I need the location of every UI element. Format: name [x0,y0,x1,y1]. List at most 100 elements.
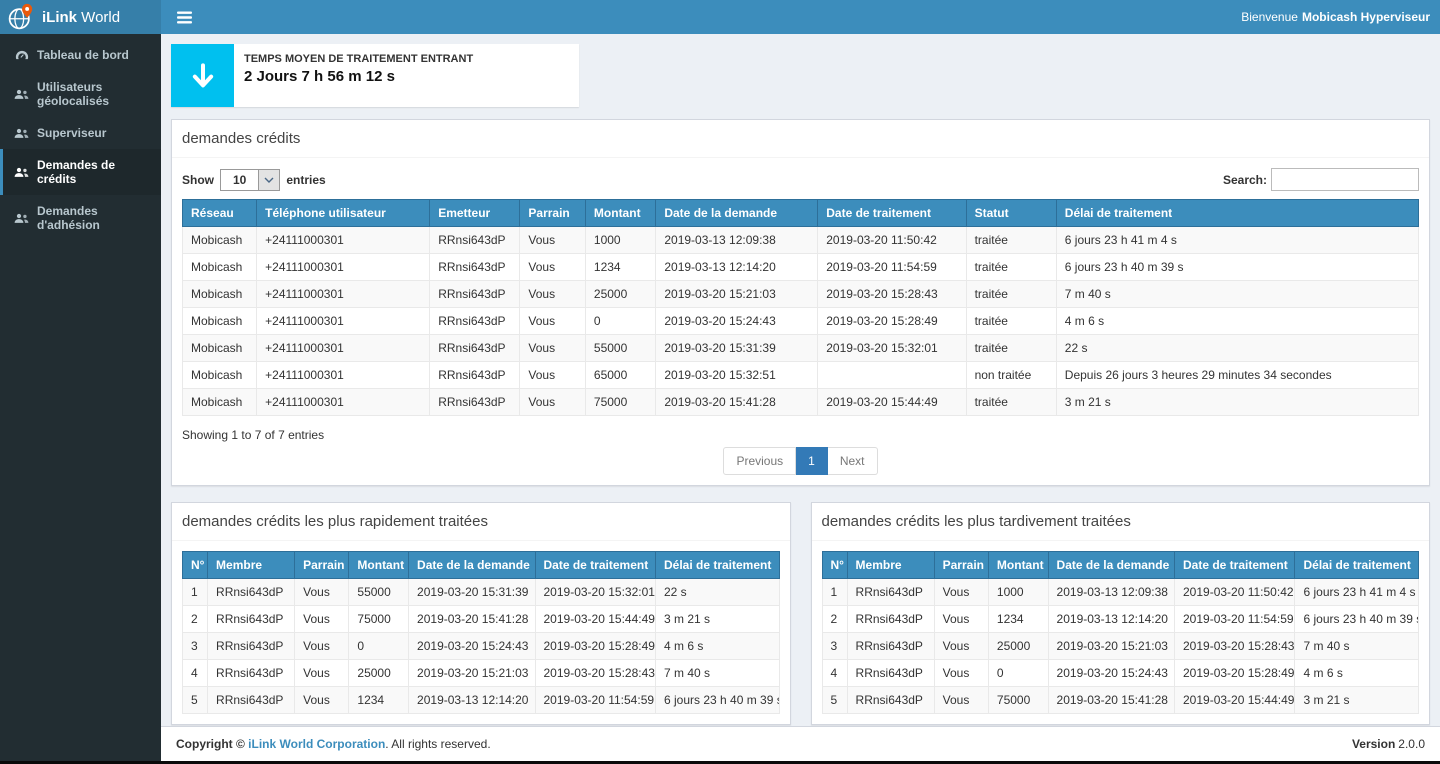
sidebar-item-label: Demandes d'adhésion [37,204,156,232]
table-cell: RRnsi643dP [430,389,520,416]
globe-pin-logo-icon [7,3,35,31]
users-icon [14,128,29,139]
panel-title: demandes crédits [172,120,1429,158]
table-row: Mobicash+24111000301RRnsi643dPVous123420… [183,254,1419,281]
welcome-message[interactable]: BienvenueMobicash Hyperviseur [1241,10,1430,24]
table-cell: 2019-03-13 12:14:20 [409,687,535,714]
table-cell: Vous [295,660,349,687]
table-cell: Mobicash [183,389,257,416]
table-cell: 2019-03-20 15:28:49 [1175,660,1295,687]
footer-company-link[interactable]: iLink World Corporation [248,737,385,751]
column-header[interactable]: Date de la demande [656,200,818,227]
column-header[interactable]: Parrain [934,552,988,579]
column-header[interactable]: Date de la demande [409,552,535,579]
stat-box-temps-moyen: TEMPS MOYEN DE TRAITEMENT ENTRANT 2 Jour… [171,44,579,107]
column-header[interactable]: Date de la demande [1048,552,1174,579]
column-header[interactable]: Emetteur [430,200,520,227]
table-cell: 1000 [585,227,655,254]
table-cell: Vous [934,660,988,687]
page-length-select[interactable]: 10 [220,169,280,191]
table-cell: traitée [966,335,1056,362]
table-cell: 4 m 6 s [1295,660,1419,687]
table-cell: 1000 [988,579,1048,606]
search-input[interactable] [1271,168,1419,191]
table-cell: Vous [520,362,586,389]
table-cell: 2019-03-20 15:41:28 [656,389,818,416]
column-header[interactable]: N° [822,552,847,579]
brand-title: iLink World [42,9,120,26]
column-header[interactable]: Délai de traitement [1295,552,1419,579]
pagination-previous-button[interactable]: Previous [723,447,796,475]
table-cell: 3 m 21 s [1295,687,1419,714]
sidebar-item-demandes-de-credits[interactable]: Demandes de crédits [0,149,161,195]
table-info: Showing 1 to 7 of 7 entries [182,428,1419,442]
column-header[interactable]: Parrain [295,552,349,579]
column-header[interactable]: Statut [966,200,1056,227]
column-header[interactable]: Montant [585,200,655,227]
table-row: Mobicash+24111000301RRnsi643dPVous550002… [183,335,1419,362]
table-cell: Vous [934,579,988,606]
table-row: 2RRnsi643dPVous750002019-03-20 15:41:282… [183,606,780,633]
column-header[interactable]: Membre [208,552,295,579]
sidebar-item-utilisateurs-geolocalises[interactable]: Utilisateurs géolocalisés [0,71,161,117]
table-cell: +24111000301 [257,254,430,281]
column-header[interactable]: Montant [988,552,1048,579]
column-header[interactable]: Délai de traitement [655,552,779,579]
column-header[interactable]: Date de traitement [535,552,655,579]
table-cell: Vous [520,389,586,416]
table-cell: 2019-03-20 15:24:43 [409,633,535,660]
table-cell: 2019-03-20 15:32:01 [535,579,655,606]
table-cell: 2019-03-20 15:28:49 [535,633,655,660]
table-cell: 2019-03-13 12:14:20 [656,254,818,281]
table-row: 5RRnsi643dPVous750002019-03-20 15:41:282… [822,687,1419,714]
sidebar-item-demandes-d-adhesion[interactable]: Demandes d'adhésion [0,195,161,241]
table-row: Mobicash+24111000301RRnsi643dPVous02019-… [183,308,1419,335]
entries-label: entries [286,173,325,187]
table-cell: 4 [822,660,847,687]
pagination-next-button[interactable]: Next [828,447,878,475]
column-header[interactable]: Délai de traitement [1056,200,1418,227]
table-cell: 2019-03-20 15:32:01 [818,335,966,362]
table-cell: +24111000301 [257,227,430,254]
table-cell: traitée [966,227,1056,254]
main-content: TEMPS MOYEN DE TRAITEMENT ENTRANT 2 Jour… [161,34,1440,761]
search-control: Search: [1223,168,1419,191]
column-header[interactable]: Membre [847,552,934,579]
table-cell: 2019-03-20 11:50:42 [818,227,966,254]
users-icon [14,89,29,100]
table-cell: 3 m 21 s [655,606,779,633]
table-cell: Mobicash [183,335,257,362]
sidebar-item-label: Tableau de bord [37,48,129,62]
column-header[interactable]: Montant [349,552,409,579]
table-cell: 6 jours 23 h 40 m 39 s [1056,254,1418,281]
table-cell: 6 jours 23 h 40 m 39 s [1295,606,1419,633]
table-cell: 2019-03-13 12:09:38 [1048,579,1174,606]
sidebar-item-tableau-de-bord[interactable]: Tableau de bord [0,39,161,71]
column-header[interactable]: Téléphone utilisateur [257,200,430,227]
table-header-row: N°MembreParrainMontantDate de la demande… [822,552,1419,579]
table-cell: 5 [822,687,847,714]
table-row: 4RRnsi643dPVous250002019-03-20 15:21:032… [183,660,780,687]
table-cell: RRnsi643dP [208,606,295,633]
copyright: Copyright © iLink World Corporation. All… [176,737,491,751]
table-cell: 7 m 40 s [1295,633,1419,660]
pagination-page-1-button[interactable]: 1 [796,447,828,475]
sidebar-item-superviseur[interactable]: Superviseur [0,117,161,149]
column-header[interactable]: N° [183,552,208,579]
column-header[interactable]: Date de traitement [1175,552,1295,579]
table-cell: 2019-03-20 15:31:39 [656,335,818,362]
table-cell: 0 [585,308,655,335]
app-logo[interactable]: iLink World [0,0,161,34]
column-header[interactable]: Date de traitement [818,200,966,227]
table-cell: Mobicash [183,362,257,389]
table-cell: 1234 [349,687,409,714]
column-header[interactable]: Parrain [520,200,586,227]
table-cell: 2019-03-20 15:28:43 [1175,633,1295,660]
table-cell: 2019-03-20 15:31:39 [409,579,535,606]
table-cell: RRnsi643dP [430,362,520,389]
column-header[interactable]: Réseau [183,200,257,227]
table-cell: Mobicash [183,308,257,335]
table-cell: 2019-03-20 15:21:03 [656,281,818,308]
sidebar-toggle-button[interactable] [171,7,198,28]
table-cell: 2019-03-20 15:44:49 [818,389,966,416]
